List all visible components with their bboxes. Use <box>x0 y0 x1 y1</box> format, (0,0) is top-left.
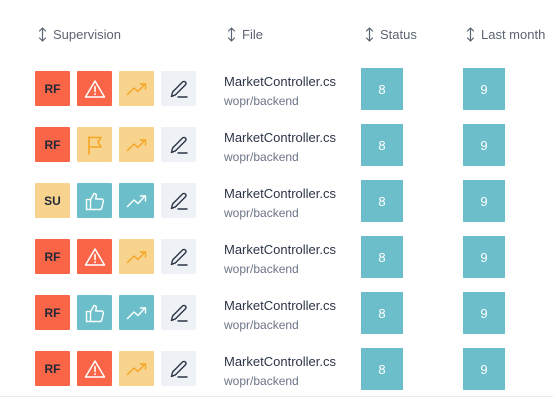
status-value-text: 8 <box>378 137 386 153</box>
file-name[interactable]: MarketController.cs <box>224 130 336 145</box>
sort-updown-icon[interactable] <box>466 27 475 42</box>
last-month-value-text: 9 <box>480 249 488 265</box>
table-header: Supervision File Status Last month <box>0 0 553 61</box>
flag-icon[interactable] <box>77 127 112 162</box>
file-path: wopr/backend <box>224 374 299 388</box>
status-value-text: 8 <box>378 305 386 321</box>
status-value-text: 8 <box>378 361 386 377</box>
warning-triangle-icon[interactable] <box>77 71 112 106</box>
status-value: 8 <box>361 236 403 278</box>
table-row[interactable]: RF MarketController.cs wopr/backend 8 9 <box>0 340 553 397</box>
last-month-value: 9 <box>463 348 505 390</box>
last-month-value: 9 <box>463 236 505 278</box>
trending-up-icon[interactable] <box>119 351 154 386</box>
pencil-icon[interactable] <box>161 239 196 274</box>
last-month-value-text: 9 <box>480 305 488 321</box>
table-row[interactable]: RF MarketController.cs wopr/backend 8 9 <box>0 284 553 341</box>
last-month-value-text: 9 <box>480 193 488 209</box>
supervision-code-badge: RF <box>35 239 70 274</box>
status-value: 8 <box>361 124 403 166</box>
file-name[interactable]: MarketController.cs <box>224 74 336 89</box>
file-path: wopr/backend <box>224 94 299 108</box>
file-name[interactable]: MarketController.cs <box>224 298 336 313</box>
supervision-code: SU <box>44 193 61 208</box>
warning-triangle-icon[interactable] <box>77 351 112 386</box>
file-name[interactable]: MarketController.cs <box>224 186 336 201</box>
column-header-last-month[interactable]: Last month <box>466 27 545 42</box>
status-value-text: 8 <box>378 81 386 97</box>
file-path: wopr/backend <box>224 318 299 332</box>
pencil-icon[interactable] <box>161 127 196 162</box>
supervision-code-badge: SU <box>35 183 70 218</box>
column-header-label: Last month <box>481 27 546 42</box>
supervision-code-badge: RF <box>35 127 70 162</box>
sort-updown-icon[interactable] <box>365 27 374 42</box>
file-path: wopr/backend <box>224 150 299 164</box>
status-value: 8 <box>361 348 403 390</box>
trending-up-icon[interactable] <box>119 239 154 274</box>
file-name[interactable]: MarketController.cs <box>224 354 336 369</box>
last-month-value: 9 <box>463 124 505 166</box>
sort-updown-icon[interactable] <box>227 27 236 42</box>
table-row[interactable]: RF MarketController.cs wopr/backend 8 9 <box>0 60 553 117</box>
trending-up-icon[interactable] <box>119 127 154 162</box>
column-header-label: Supervision <box>53 27 121 42</box>
table-row[interactable]: RF MarketController.cs wopr/backend 8 9 <box>0 228 553 285</box>
supervision-code-badge: RF <box>35 295 70 330</box>
column-header-status[interactable]: Status <box>365 27 417 42</box>
status-value: 8 <box>361 292 403 334</box>
thumbs-up-icon[interactable] <box>77 295 112 330</box>
supervision-code-badge: RF <box>35 71 70 106</box>
status-value: 8 <box>361 68 403 110</box>
supervision-code-badge: RF <box>35 351 70 386</box>
column-header-label: Status <box>380 27 417 42</box>
last-month-value-text: 9 <box>480 137 488 153</box>
column-header-label: File <box>242 27 263 42</box>
trending-up-icon[interactable] <box>119 295 154 330</box>
status-value: 8 <box>361 180 403 222</box>
pencil-icon[interactable] <box>161 183 196 218</box>
last-month-value: 9 <box>463 180 505 222</box>
trending-up-icon[interactable] <box>119 71 154 106</box>
sort-updown-icon[interactable] <box>38 27 47 42</box>
thumbs-up-icon[interactable] <box>77 183 112 218</box>
pencil-icon[interactable] <box>161 351 196 386</box>
column-header-supervision[interactable]: Supervision <box>38 27 121 42</box>
supervision-code: RF <box>44 137 61 152</box>
file-path: wopr/backend <box>224 206 299 220</box>
supervision-code: RF <box>44 305 61 320</box>
file-name[interactable]: MarketController.cs <box>224 242 336 257</box>
pencil-icon[interactable] <box>161 295 196 330</box>
last-month-value-text: 9 <box>480 81 488 97</box>
warning-triangle-icon[interactable] <box>77 239 112 274</box>
supervision-code: RF <box>44 81 61 96</box>
last-month-value-text: 9 <box>480 361 488 377</box>
supervision-code: RF <box>44 249 61 264</box>
pencil-icon[interactable] <box>161 71 196 106</box>
trending-up-icon[interactable] <box>119 183 154 218</box>
table-row[interactable]: RF MarketController.cs wopr/backend 8 9 <box>0 116 553 173</box>
status-value-text: 8 <box>378 193 386 209</box>
last-month-value: 9 <box>463 292 505 334</box>
column-header-file[interactable]: File <box>227 27 263 42</box>
status-value-text: 8 <box>378 249 386 265</box>
file-path: wopr/backend <box>224 262 299 276</box>
supervision-code: RF <box>44 361 61 376</box>
table-row[interactable]: SU MarketController.cs wopr/backend 8 9 <box>0 172 553 229</box>
last-month-value: 9 <box>463 68 505 110</box>
